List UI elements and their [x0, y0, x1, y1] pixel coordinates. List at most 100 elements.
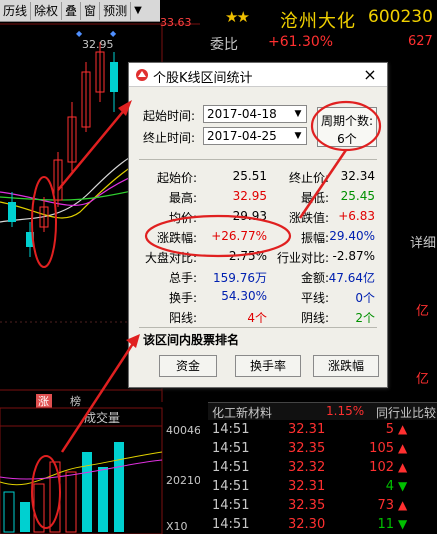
tick-time: 14:51 — [212, 479, 250, 494]
end-price-value: 32.34 — [340, 169, 375, 183]
toolbar-exright[interactable]: 除权 — [31, 1, 63, 20]
volume-title: 成交量 — [84, 410, 120, 425]
rank-funds-button[interactable]: 资金 — [159, 355, 217, 377]
amount-value: 47.64亿 — [328, 271, 375, 285]
yang-value: 4个 — [247, 311, 267, 325]
avg-value: 29.93 — [232, 209, 267, 223]
toolbar-history[interactable]: 历线 — [0, 1, 32, 20]
close-icon[interactable]: × — [359, 66, 381, 84]
rank-turnover-button[interactable]: 换手率 — [235, 355, 301, 377]
tick-volume: 73 — [377, 498, 394, 513]
arrow-up-icon: ▲ — [398, 441, 408, 455]
vol-tick-2: 20210 — [166, 474, 200, 487]
tick-time: 14:51 — [212, 498, 250, 513]
market-compare-value: 2.75% — [228, 249, 267, 263]
tick-row: 14:51 32.35 73 ▲ — [208, 496, 437, 515]
sector-name[interactable]: 化工新材料 — [212, 404, 272, 421]
flat-value: 0个 — [355, 291, 375, 305]
tick-row: 14:51 32.31 4 ▼ — [208, 477, 437, 496]
tick-price: 32.32 — [288, 460, 326, 475]
toolbar-window[interactable]: 窗 — [81, 1, 101, 20]
tick-price: 32.35 — [288, 441, 326, 456]
amplitude-value: 29.40% — [329, 229, 375, 243]
start-price-value: 25.51 — [232, 169, 267, 183]
date-marker-2: 榜 — [70, 394, 81, 408]
tick-time: 14:51 — [212, 460, 250, 475]
tick-row: 14:51 32.31 5 ▲ — [208, 420, 437, 439]
sector-pct: 1.15% — [326, 404, 365, 418]
tick-row: 14:51 32.32 102 ▲ — [208, 458, 437, 477]
toolbar-dropdown-icon[interactable]: ▼ — [131, 5, 145, 16]
stock-name: 沧州大化 — [280, 11, 356, 32]
tick-volume: 5 — [385, 422, 394, 437]
tick-time: 14:51 — [212, 441, 250, 456]
chevron-down-icon[interactable]: ▼ — [290, 106, 306, 122]
favorite-stars-icon[interactable]: ★★ — [225, 8, 250, 26]
app-logo-icon — [136, 69, 148, 81]
kline-range-stats-dialog: 个股K线区间统计 × 起始时间: 2017-04-18 ▼ 终止时间: 2017… — [128, 62, 388, 388]
end-date-picker[interactable]: 2017-04-25 ▼ — [203, 127, 307, 145]
yang-label: 阳线: — [169, 311, 198, 325]
high-label: 最高: — [169, 191, 198, 205]
low-value: 25.45 — [340, 189, 375, 203]
chevron-down-icon[interactable]: ▼ — [290, 128, 306, 144]
weibi-label: 委比 — [210, 37, 238, 53]
avg-label: 均价: — [169, 211, 198, 225]
start-date-picker[interactable]: 2017-04-18 ▼ — [203, 105, 307, 123]
pct-label: 涨跌幅: — [157, 231, 198, 245]
pct-value: +26.77% — [211, 229, 267, 243]
end-date-value: 2017-04-25 — [207, 129, 277, 143]
tick-price: 32.35 — [288, 498, 326, 513]
partial-unit-1: 亿 — [416, 304, 430, 319]
toolbar-forecast[interactable]: 预测 — [100, 1, 132, 20]
tick-list: 14:51 32.31 5 ▲ 14:51 32.35 105 ▲ 14:51 32.32 102 ▲… — [208, 420, 437, 534]
turnover-label: 换手: — [169, 291, 198, 305]
market-compare-label: 大盘对比: — [145, 251, 198, 265]
arrow-up-icon: ▲ — [398, 498, 408, 512]
period-count-box: 周期个数: 6个 — [317, 107, 377, 147]
tick-row: 14:51 32.30 11 ▼ — [208, 515, 437, 534]
top-price-label: 33.63 — [160, 16, 192, 29]
toolbar-overlay[interactable]: 叠 — [62, 1, 82, 20]
tick-volume: 4 — [385, 479, 394, 494]
dialog-title: 个股K线区间统计 — [153, 71, 253, 86]
arrow-up-icon: ▲ — [398, 460, 408, 474]
period-count-label: 周期个数: — [320, 114, 374, 128]
weibi-right-value: 627 — [408, 34, 433, 49]
tick-price: 32.31 — [288, 422, 326, 437]
industry-compare-label: 行业对比: — [277, 251, 330, 265]
svg-text:◆: ◆ — [110, 29, 117, 38]
date-marker-1: 涨 — [38, 395, 49, 408]
price-high-label: 32.95 — [82, 38, 114, 51]
tick-volume: 105 — [369, 441, 394, 456]
industry-compare-value: -2.87% — [332, 249, 375, 263]
turnover-value: 54.30% — [221, 289, 267, 303]
high-value: 32.95 — [232, 189, 267, 203]
dialog-title-bar[interactable]: 个股K线区间统计 × — [129, 63, 387, 87]
tick-volume: 102 — [369, 460, 394, 475]
vol-tick-1: 40046 — [166, 424, 200, 437]
tick-volume: 11 — [377, 517, 394, 532]
period-count-value: 6个 — [337, 132, 357, 146]
change-value: +6.83 — [338, 209, 375, 223]
chart-toolbar: 历线 除权 叠 窗 预测 ▼ — [0, 0, 160, 22]
sector-bar: 化工新材料 1.15% 同行业比较 — [208, 402, 437, 420]
rank-title: 该区间内股票排名 — [143, 333, 240, 347]
arrow-down-icon: ▼ — [398, 517, 408, 531]
tick-price: 32.30 — [288, 517, 326, 532]
tick-time: 14:51 — [212, 517, 250, 532]
total-volume-label: 总手: — [169, 271, 198, 285]
detail-link[interactable]: 详细 — [410, 232, 436, 251]
yin-value: 2个 — [355, 311, 375, 325]
rank-change-button[interactable]: 涨跌幅 — [313, 355, 379, 377]
stock-code: 600230 — [368, 7, 433, 27]
total-volume-value: 159.76万 — [213, 271, 267, 285]
partial-unit-2: 亿 — [416, 372, 430, 387]
svg-text:◆: ◆ — [76, 29, 83, 38]
end-price-label: 终止价: — [289, 171, 330, 185]
start-date-value: 2017-04-18 — [207, 107, 277, 121]
weibi-value: +61.30% — [268, 34, 334, 50]
end-time-label: 终止时间: — [143, 131, 196, 145]
industry-compare-link[interactable]: 同行业比较 — [376, 404, 436, 421]
arrow-down-icon: ▼ — [398, 479, 408, 493]
